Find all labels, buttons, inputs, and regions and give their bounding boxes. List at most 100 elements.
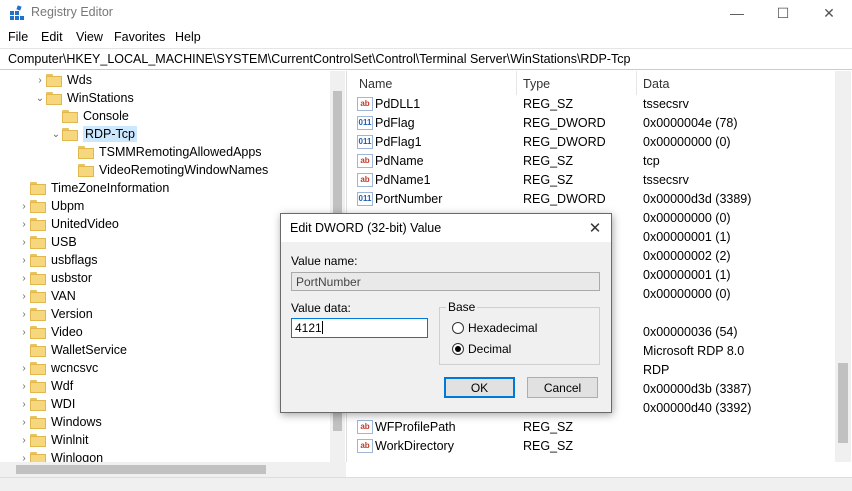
cancel-button[interactable]: Cancel (527, 377, 598, 398)
list-vertical-scrollbar[interactable] (835, 71, 851, 462)
tree-item-label[interactable]: USB (51, 235, 77, 249)
chevron-right-icon[interactable]: › (18, 323, 30, 341)
tree-item[interactable]: › USB (18, 233, 77, 251)
value-data-text[interactable]: 4121 (295, 321, 322, 335)
value-row[interactable]: 011 PdFlag1 REG_DWORD 0x00000000 (0) (351, 133, 835, 152)
tree-horizontal-scrollbar[interactable] (0, 462, 346, 477)
column-header-data[interactable]: Data (643, 73, 669, 95)
tree-item-label[interactable]: wcncsvc (51, 361, 98, 375)
tree-item-label[interactable]: usbstor (51, 271, 92, 285)
chevron-right-icon[interactable]: › (18, 251, 30, 269)
tree-item[interactable]: TSMMRemotingAllowedApps (66, 143, 262, 161)
tree-item-label[interactable]: Console (83, 109, 129, 123)
chevron-down-icon[interactable]: ⌄ (34, 89, 46, 107)
column-divider[interactable] (516, 71, 517, 95)
tree-item[interactable]: › Version (18, 305, 93, 323)
tree-item-label[interactable]: UnitedVideo (51, 217, 119, 231)
tree-item-label[interactable]: Video (51, 325, 83, 339)
tree-item[interactable]: › Video (18, 323, 83, 341)
tree-item[interactable]: › WDI (18, 395, 75, 413)
tree-item[interactable]: › wcncsvc (18, 359, 98, 377)
chevron-right-icon[interactable]: › (18, 377, 30, 395)
value-row[interactable]: ab PdName REG_SZ tcp (351, 152, 835, 171)
chevron-right-icon[interactable]: › (18, 215, 30, 233)
tree-item[interactable]: ⌄ WinStations (34, 89, 134, 107)
value-data-input[interactable]: 4121 (291, 318, 428, 338)
tree-item[interactable]: WalletService (18, 341, 127, 359)
hexadecimal-radio[interactable] (452, 322, 464, 334)
column-header-type[interactable]: Type (523, 73, 550, 95)
tree-item-label[interactable]: Ubpm (51, 199, 84, 213)
tree-item[interactable]: Console (50, 107, 129, 125)
tree-item[interactable]: TimeZoneInformation (18, 179, 169, 197)
tree-item[interactable]: › Wds (34, 71, 92, 89)
tree-item-label[interactable]: VAN (51, 289, 76, 303)
value-row[interactable]: ab PdDLL1 REG_SZ tssecsrv (351, 95, 835, 114)
tree-item[interactable]: › VAN (18, 287, 76, 305)
hexadecimal-label[interactable]: Hexadecimal (468, 321, 537, 335)
tree-hscroll-thumb[interactable] (16, 465, 266, 474)
tree-item[interactable]: › Ubpm (18, 197, 84, 215)
tree-item[interactable]: VideoRemotingWindowNames (66, 161, 268, 179)
tree-item[interactable]: › Winlogon (18, 449, 103, 462)
tree-item[interactable]: › Wdf (18, 377, 73, 395)
menu-help[interactable]: Help (175, 30, 201, 44)
decimal-radio[interactable] (452, 343, 464, 355)
value-row[interactable]: 011 PortNumber REG_DWORD 0x00000d3d (3389) (351, 190, 835, 209)
tree-item-label[interactable]: Windows (51, 415, 102, 429)
minimize-button[interactable]: — (714, 0, 760, 26)
tree-item[interactable]: › Winlnit (18, 431, 89, 449)
chevron-right-icon[interactable]: › (34, 71, 46, 89)
menu-edit[interactable]: Edit (41, 30, 63, 44)
chevron-right-icon[interactable]: › (18, 431, 30, 449)
menu-file[interactable]: File (8, 30, 28, 44)
maximize-button[interactable]: ☐ (760, 0, 806, 26)
address-bar[interactable]: Computer\HKEY_LOCAL_MACHINE\SYSTEM\Curre… (0, 48, 852, 70)
tree-item-label[interactable]: Winlogon (51, 451, 103, 462)
tree-item-label[interactable]: Wdf (51, 379, 73, 393)
tree-item[interactable]: › Windows (18, 413, 102, 431)
tree-item-label[interactable]: usbflags (51, 253, 98, 267)
decimal-option[interactable]: Decimal (452, 342, 511, 356)
decimal-label[interactable]: Decimal (468, 342, 511, 356)
hexadecimal-option[interactable]: Hexadecimal (452, 321, 537, 335)
chevron-down-icon[interactable]: ⌄ (50, 125, 62, 143)
tree-item-label[interactable]: Version (51, 307, 93, 321)
tree-item[interactable]: › UnitedVideo (18, 215, 119, 233)
menu-view[interactable]: View (76, 30, 103, 44)
chevron-right-icon[interactable]: › (18, 233, 30, 251)
chevron-right-icon[interactable]: › (18, 413, 30, 431)
value-row[interactable]: ab WFProfilePath REG_SZ (351, 418, 835, 437)
tree-item-label[interactable]: TSMMRemotingAllowedApps (99, 145, 262, 159)
tree-item-label[interactable]: WalletService (51, 343, 127, 357)
chevron-right-icon[interactable]: › (18, 395, 30, 413)
close-button[interactable]: ✕ (806, 0, 852, 26)
column-header-name[interactable]: Name (359, 73, 392, 95)
menu-favorites[interactable]: Favorites (114, 30, 165, 44)
chevron-right-icon[interactable]: › (18, 197, 30, 215)
tree-item-label[interactable]: WinStations (67, 91, 134, 105)
chevron-right-icon[interactable]: › (18, 287, 30, 305)
address-path[interactable]: Computer\HKEY_LOCAL_MACHINE\SYSTEM\Curre… (8, 52, 630, 66)
chevron-right-icon[interactable]: › (18, 449, 30, 463)
value-row[interactable]: ab WorkDirectory REG_SZ (351, 437, 835, 456)
tree-item[interactable]: ⌄ RDP-Tcp (50, 125, 138, 143)
ok-button[interactable]: OK (444, 377, 515, 398)
folder-icon (30, 343, 46, 357)
value-row[interactable]: ab PdName1 REG_SZ tssecsrv (351, 171, 835, 190)
tree-item[interactable]: › usbstor (18, 269, 92, 287)
chevron-right-icon[interactable]: › (18, 305, 30, 323)
tree-item-label[interactable]: Winlnit (51, 433, 89, 447)
chevron-right-icon[interactable]: › (18, 359, 30, 377)
tree-item-label[interactable]: TimeZoneInformation (51, 181, 169, 195)
list-scroll-thumb[interactable] (838, 363, 848, 443)
value-row[interactable]: 011 PdFlag REG_DWORD 0x0000004e (78) (351, 114, 835, 133)
chevron-right-icon[interactable]: › (18, 269, 30, 287)
tree-item-label[interactable]: Wds (67, 73, 92, 87)
tree-item-label[interactable]: VideoRemotingWindowNames (99, 163, 268, 177)
tree-item-label[interactable]: RDP-Tcp (83, 126, 138, 142)
column-divider[interactable] (636, 71, 637, 95)
tree-item-label[interactable]: WDI (51, 397, 75, 411)
tree-item[interactable]: › usbflags (18, 251, 98, 269)
dialog-close-button[interactable]: ✕ (583, 216, 607, 240)
